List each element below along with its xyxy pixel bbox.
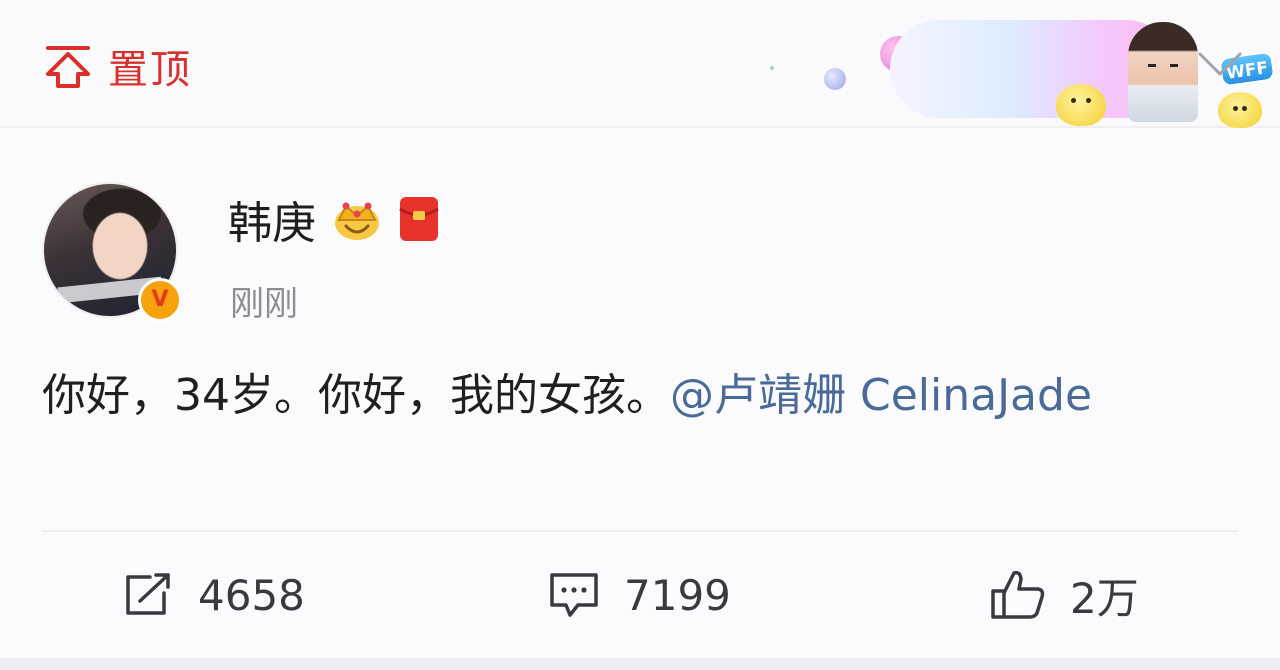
chevron-down-icon	[1194, 52, 1246, 88]
pinned-indicator[interactable]: 置顶	[42, 38, 192, 94]
promo-banner[interactable]: WFF	[770, 16, 1276, 128]
author-row: 韩庚	[228, 187, 440, 251]
like-count: 2万	[1070, 573, 1139, 623]
pinned-label: 置顶	[108, 47, 192, 93]
mention-link[interactable]: @卢靖姗 CelinaJade	[670, 370, 1092, 421]
more-options-button[interactable]	[1194, 44, 1246, 84]
chick-mascot-icon	[1218, 92, 1262, 128]
promo-pill: WFF	[890, 20, 1276, 128]
sparkle-decoration	[770, 66, 774, 70]
repost-button[interactable]: 4658	[122, 566, 305, 624]
thumbs-up-icon	[990, 569, 1046, 621]
verified-badge: V	[138, 278, 182, 322]
post-timestamp: 刚刚	[230, 284, 298, 324]
repost-icon	[122, 571, 174, 619]
crown-icon[interactable]	[332, 196, 382, 242]
chick-mascot-icon	[1056, 84, 1106, 126]
comment-count: 7199	[624, 570, 731, 620]
promo-portrait	[1128, 22, 1198, 122]
planet-decoration	[824, 68, 846, 90]
pin-top-icon	[42, 40, 94, 92]
author-name[interactable]: 韩庚	[228, 187, 316, 251]
like-button[interactable]: 2万	[990, 566, 1139, 624]
divider	[42, 530, 1238, 532]
post-content: 你好，34岁。你好，我的女孩。@卢靖姗 CelinaJade	[42, 360, 1242, 432]
bottom-separator	[0, 658, 1280, 670]
comment-button[interactable]: 7199	[548, 566, 731, 624]
pinned-header: 置顶 WFF	[0, 0, 1280, 128]
repost-count: 4658	[198, 570, 305, 620]
comment-icon	[548, 571, 600, 619]
red-packet-icon[interactable]	[398, 195, 440, 243]
weibo-post-view: 置顶 WFF V 韩庚 刚刚 你好，34岁。你好，我的女孩。@卢靖姗 Celin…	[0, 0, 1280, 670]
post-text: 你好，34岁。你好，我的女孩。	[42, 370, 670, 421]
